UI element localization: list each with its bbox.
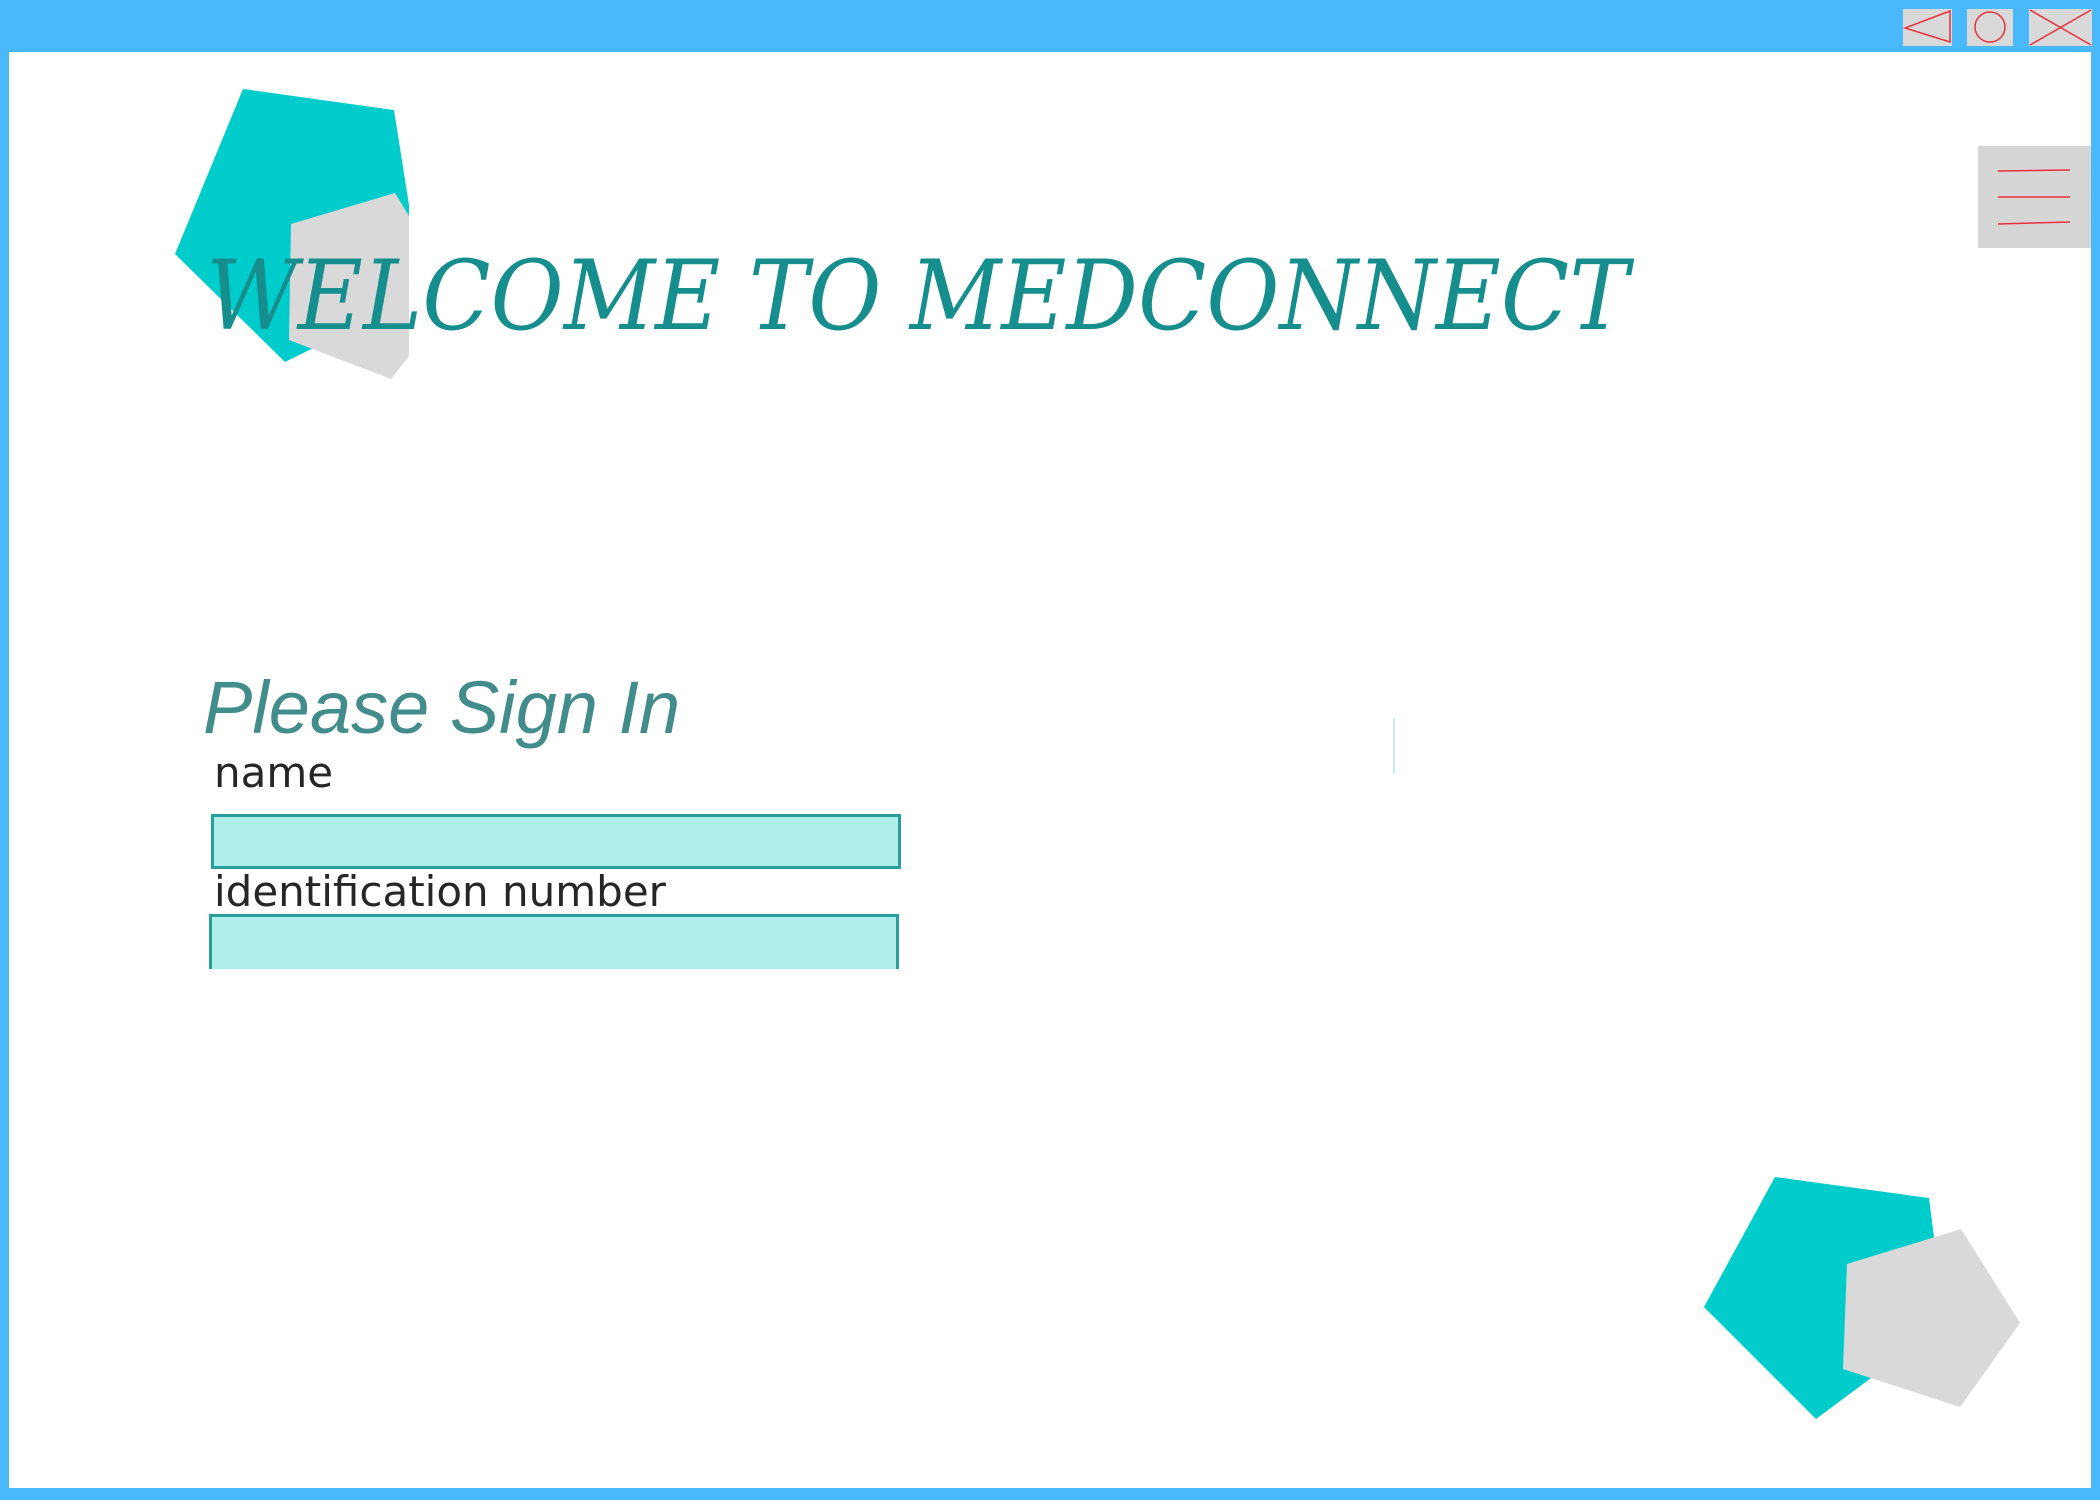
identification-number-label: identification number (214, 867, 666, 916)
circle-icon (1974, 11, 2006, 43)
close-button[interactable] (2029, 9, 2092, 46)
back-button[interactable] (1903, 9, 1952, 46)
triangle-left-icon (1903, 9, 1951, 44)
sign-in-heading: Please Sign In (203, 666, 681, 749)
name-input[interactable] (211, 814, 901, 869)
welcome-title: WELCOME TO MEDCONNECT (206, 240, 1629, 352)
home-button[interactable] (1967, 9, 2013, 46)
hamburger-menu-icon (1997, 169, 2071, 225)
name-label: name (214, 748, 334, 797)
close-x-icon (2029, 9, 2092, 46)
divider-line (1393, 718, 1395, 774)
app-window: WELCOME TO MEDCONNECT Please Sign In nam… (0, 0, 2100, 1500)
main-content: WELCOME TO MEDCONNECT Please Sign In nam… (9, 52, 2091, 1488)
pentagon-decoration-bottom-right (1704, 1177, 2020, 1419)
identification-number-input[interactable] (209, 914, 899, 969)
menu-button[interactable] (1978, 146, 2091, 248)
